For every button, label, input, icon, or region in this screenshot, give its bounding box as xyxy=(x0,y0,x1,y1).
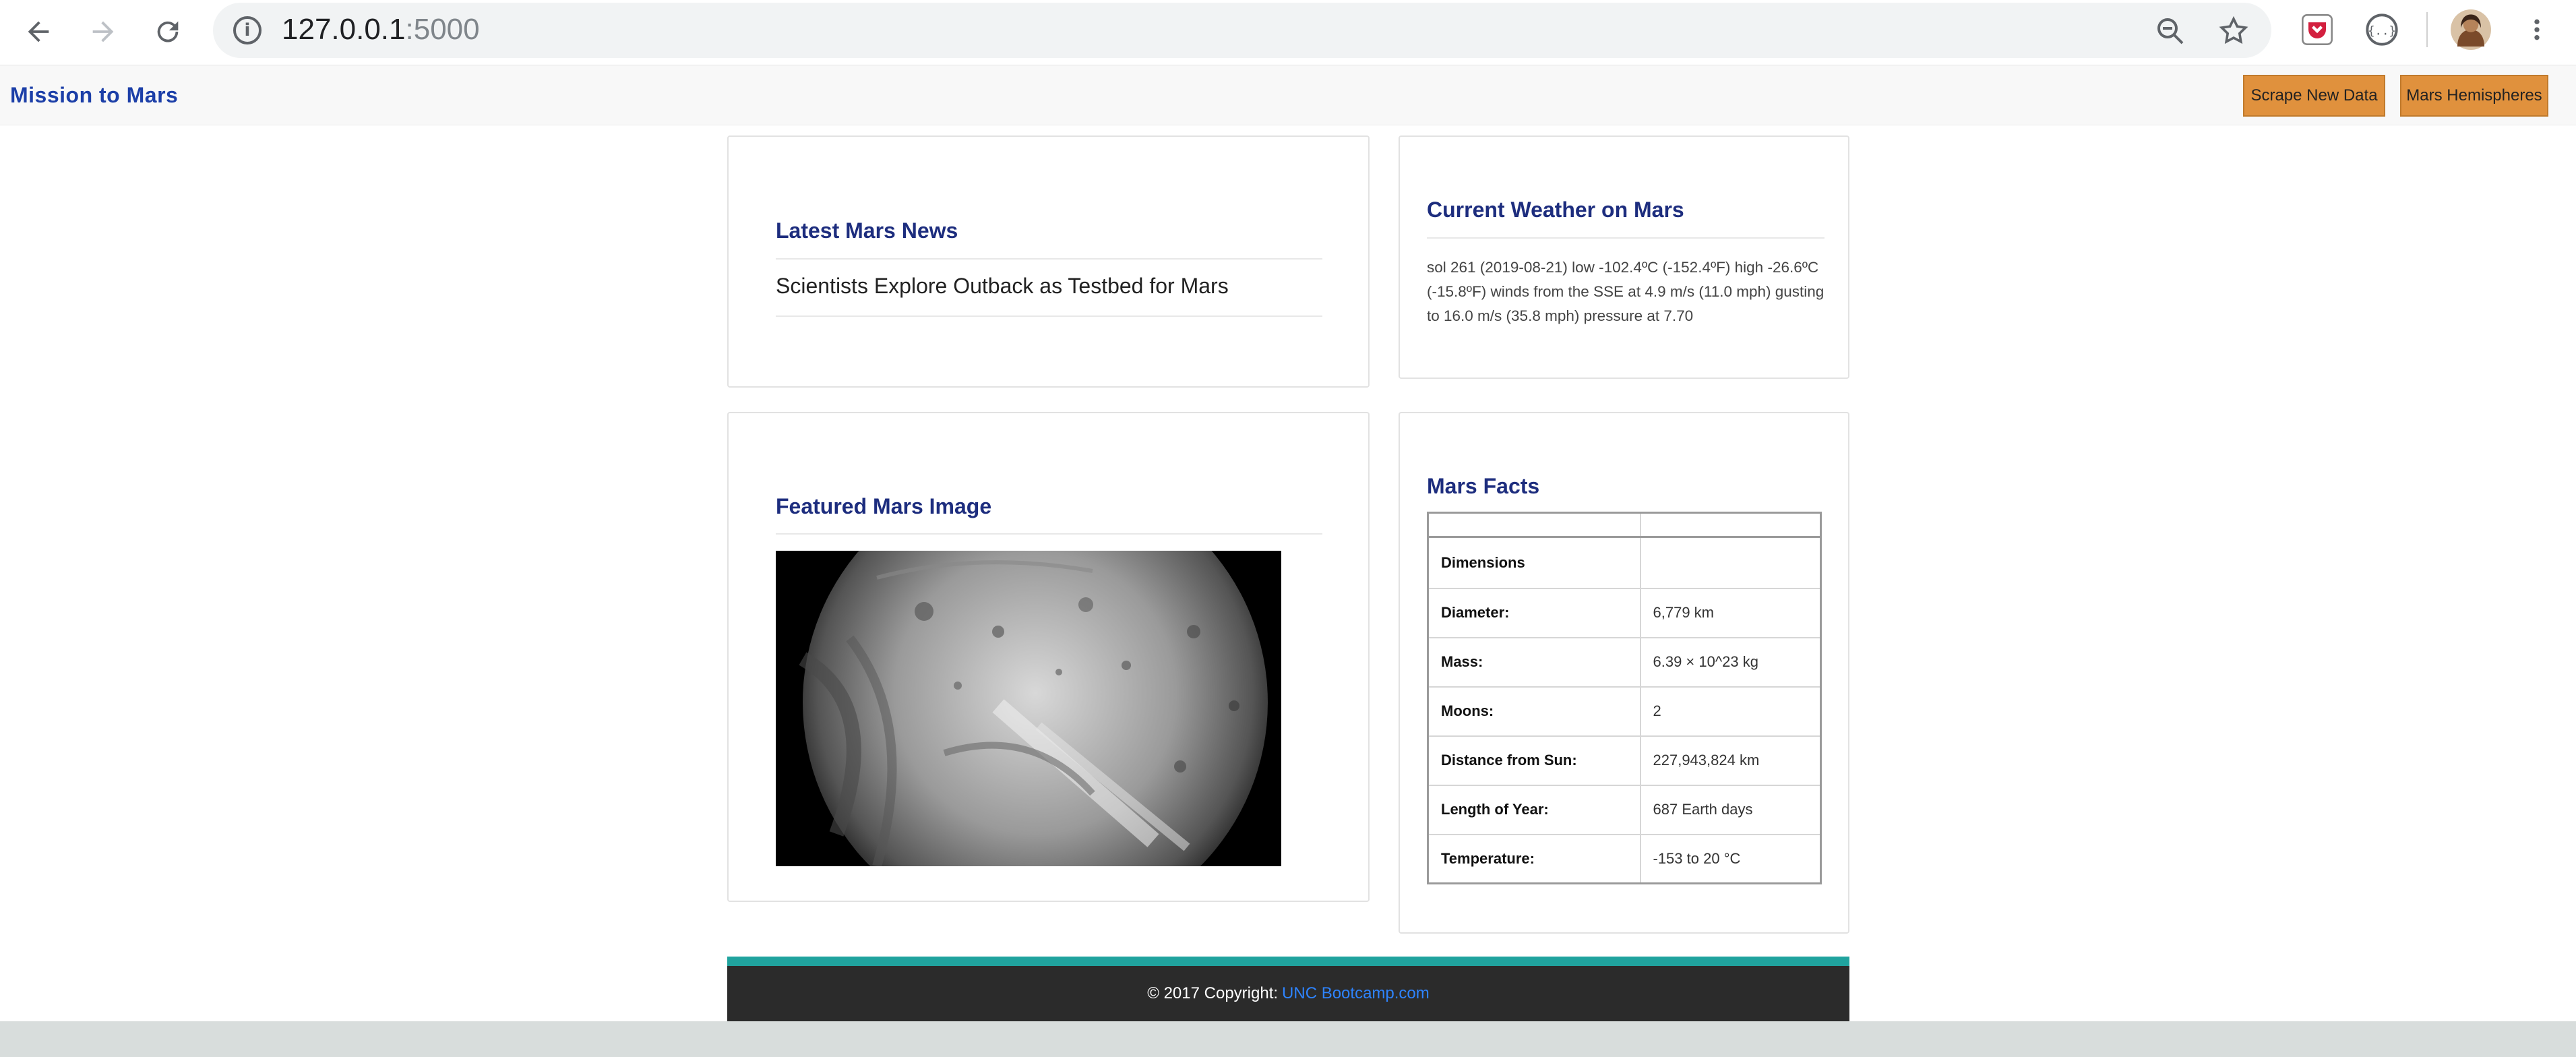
mars-facts-panel: Mars Facts Dimensions Diameter: 6,779 km… xyxy=(1399,412,1849,934)
copyright-text: © 2017 Copyright: xyxy=(1147,984,1279,1002)
table-cell xyxy=(1427,512,1641,538)
reload-icon[interactable] xyxy=(146,9,190,54)
table-row: Mass: 6.39 × 10^23 kg xyxy=(1427,636,1822,688)
address-bar[interactable]: i 127.0.0.1:5000 xyxy=(213,3,2271,58)
fact-label: Moons: xyxy=(1427,686,1641,737)
more-menu-icon[interactable] xyxy=(2517,9,2557,50)
fact-value: 6.39 × 10^23 kg xyxy=(1639,636,1822,688)
toolbar-separator xyxy=(2426,12,2428,47)
fact-label: Length of Year: xyxy=(1427,784,1641,835)
fact-label: Temperature: xyxy=(1427,833,1641,884)
table-header-label: Dimensions xyxy=(1427,536,1641,589)
page-footer: © 2017 Copyright: UNC Bootcamp.com xyxy=(727,957,1849,1021)
bottom-strip xyxy=(0,1021,2576,1057)
back-arrow-icon[interactable] xyxy=(16,9,61,54)
featured-image-heading: Featured Mars Image xyxy=(776,494,992,518)
table-header-row: Dimensions xyxy=(1427,536,1822,589)
footer-link[interactable]: UNC Bootcamp.com xyxy=(1282,984,1430,1003)
table-header-value xyxy=(1639,536,1822,589)
table-blank-row xyxy=(1427,512,1822,538)
mars-hemispheres-button[interactable]: Mars Hemispheres xyxy=(2400,75,2548,117)
fact-value: 6,779 km xyxy=(1639,587,1822,638)
brand-title[interactable]: Mission to Mars xyxy=(10,83,178,108)
fact-value: 2 xyxy=(1639,686,1822,737)
json-extension-icon[interactable]: {..} xyxy=(2362,9,2402,50)
table-cell xyxy=(1639,512,1822,538)
table-row: Length of Year: 687 Earth days xyxy=(1427,784,1822,835)
featured-image-panel: Featured Mars Image xyxy=(727,412,1370,902)
info-icon[interactable]: i xyxy=(233,16,262,44)
table-row: Moons: 2 xyxy=(1427,686,1822,737)
bookmark-star-icon[interactable] xyxy=(2217,15,2250,47)
fact-label: Distance from Sun: xyxy=(1427,735,1641,786)
url-text[interactable]: 127.0.0.1:5000 xyxy=(282,13,480,47)
table-row: Temperature: -153 to 20 °C xyxy=(1427,833,1822,884)
app-navbar: Mission to Mars Scrape New Data Mars Hem… xyxy=(0,65,2576,125)
svg-text:{..}: {..} xyxy=(2368,25,2396,38)
fact-label: Mass: xyxy=(1427,636,1641,688)
fact-label: Diameter: xyxy=(1427,587,1641,638)
mars-facts-table: Dimensions Diameter: 6,779 km Mass: 6.39… xyxy=(1427,512,1822,884)
featured-mars-image[interactable] xyxy=(776,551,1281,866)
news-heading: Latest Mars News xyxy=(776,218,958,243)
fact-value: -153 to 20 °C xyxy=(1639,833,1822,884)
news-article-title: Scientists Explore Outback as Testbed fo… xyxy=(776,274,1229,298)
zoom-out-icon[interactable] xyxy=(2154,15,2186,47)
weather-heading: Current Weather on Mars xyxy=(1427,198,1684,222)
pocket-extension-icon[interactable] xyxy=(2297,9,2337,50)
divider xyxy=(776,258,1322,260)
divider xyxy=(776,315,1322,317)
weather-panel: Current Weather on Mars sol 261 (2019-08… xyxy=(1399,135,1849,379)
profile-avatar[interactable] xyxy=(2451,9,2491,50)
news-panel: Latest Mars News Scientists Explore Outb… xyxy=(727,135,1370,388)
divider xyxy=(1427,237,1824,239)
table-row: Distance from Sun: 227,943,824 km xyxy=(1427,735,1822,786)
table-row: Diameter: 6,779 km xyxy=(1427,587,1822,638)
mars-facts-heading: Mars Facts xyxy=(1427,474,1540,498)
fact-value: 227,943,824 km xyxy=(1639,735,1822,786)
weather-report-text: sol 261 (2019-08-21) low -102.4ºC (-152.… xyxy=(1427,259,1824,324)
fact-value: 687 Earth days xyxy=(1639,784,1822,835)
scrape-new-data-button[interactable]: Scrape New Data xyxy=(2243,75,2385,117)
browser-toolbar: i 127.0.0.1:5000 {..} xyxy=(0,0,2576,65)
forward-arrow-icon[interactable] xyxy=(81,9,125,54)
divider xyxy=(776,533,1322,535)
